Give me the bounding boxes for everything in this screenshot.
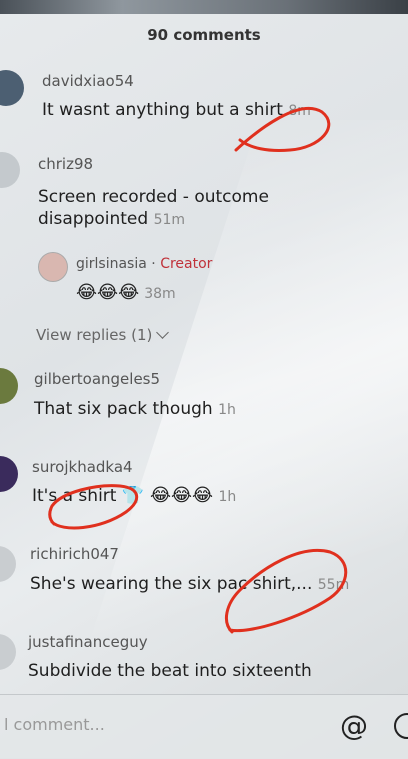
comment-input[interactable]: l comment... [4, 715, 105, 734]
comment-text-line-2: disappointed 51m [38, 208, 269, 231]
comment-text-line: Screen recorded - outcome [38, 187, 269, 207]
comments-count-title: 90 comments [147, 26, 261, 44]
comment-composer: l comment... @ [0, 694, 408, 759]
comment-time: 1h [218, 402, 236, 418]
reply-header: girlsinasia · Creator [76, 256, 212, 272]
top-band [0, 0, 408, 14]
emoji-icon[interactable] [394, 713, 408, 739]
comment-text: Subdivide the beat into sixteenth [28, 660, 312, 682]
comment-text-body: She's wearing the six pac shirt,... [30, 574, 313, 594]
comment-username[interactable]: gilbertoangeles5 [34, 370, 160, 388]
view-replies-button[interactable]: View replies (1) [36, 326, 170, 344]
comment-text: It wasnt anything but a shirt 8m [42, 99, 311, 122]
reply-separator: · [151, 256, 156, 272]
reply-text: 😂😂😂 38m [76, 282, 176, 303]
comment-text-body: That six pack though [34, 399, 213, 419]
creator-badge: Creator [160, 256, 213, 272]
comment-time: 55m [317, 577, 350, 593]
comment-emojis: 👕 😂😂😂 [121, 485, 214, 506]
chevron-down-icon [156, 326, 170, 339]
comment-text-body: disappointed [38, 209, 149, 229]
comment-time: 8m [288, 103, 311, 119]
creator-avatar[interactable] [38, 252, 68, 282]
comment-text: It's a shirt 👕 😂😂😂 1h [32, 485, 236, 508]
comment-username[interactable]: davidxiao54 [42, 72, 134, 90]
comment-username[interactable]: justafinanceguy [28, 633, 148, 651]
comment-time: 1h [218, 489, 237, 505]
comment-time: 51m [153, 212, 186, 228]
reply-username[interactable]: girlsinasia [76, 256, 147, 272]
comment-text: That six pack though 1h [34, 398, 236, 421]
comment-text-body: It wasnt anything but a shirt [42, 100, 283, 120]
comment-username[interactable]: chriz98 [38, 155, 93, 173]
mention-icon[interactable]: @ [340, 709, 368, 742]
comment-text-body: It's a shirt [32, 486, 117, 506]
comment-text: Screen recorded - outcome disappointed 5… [38, 186, 269, 231]
comment-username[interactable]: richirich047 [30, 545, 119, 563]
reply-emojis: 😂😂😂 [76, 282, 140, 303]
reply-time: 38m [144, 286, 176, 302]
comment-username[interactable]: surojkhadka4 [32, 458, 133, 476]
comment-text-body: Subdivide the beat into sixteenth [28, 661, 312, 681]
comment-text: She's wearing the six pac shirt,... 55m [30, 573, 349, 596]
view-replies-label: View replies (1) [36, 326, 153, 344]
